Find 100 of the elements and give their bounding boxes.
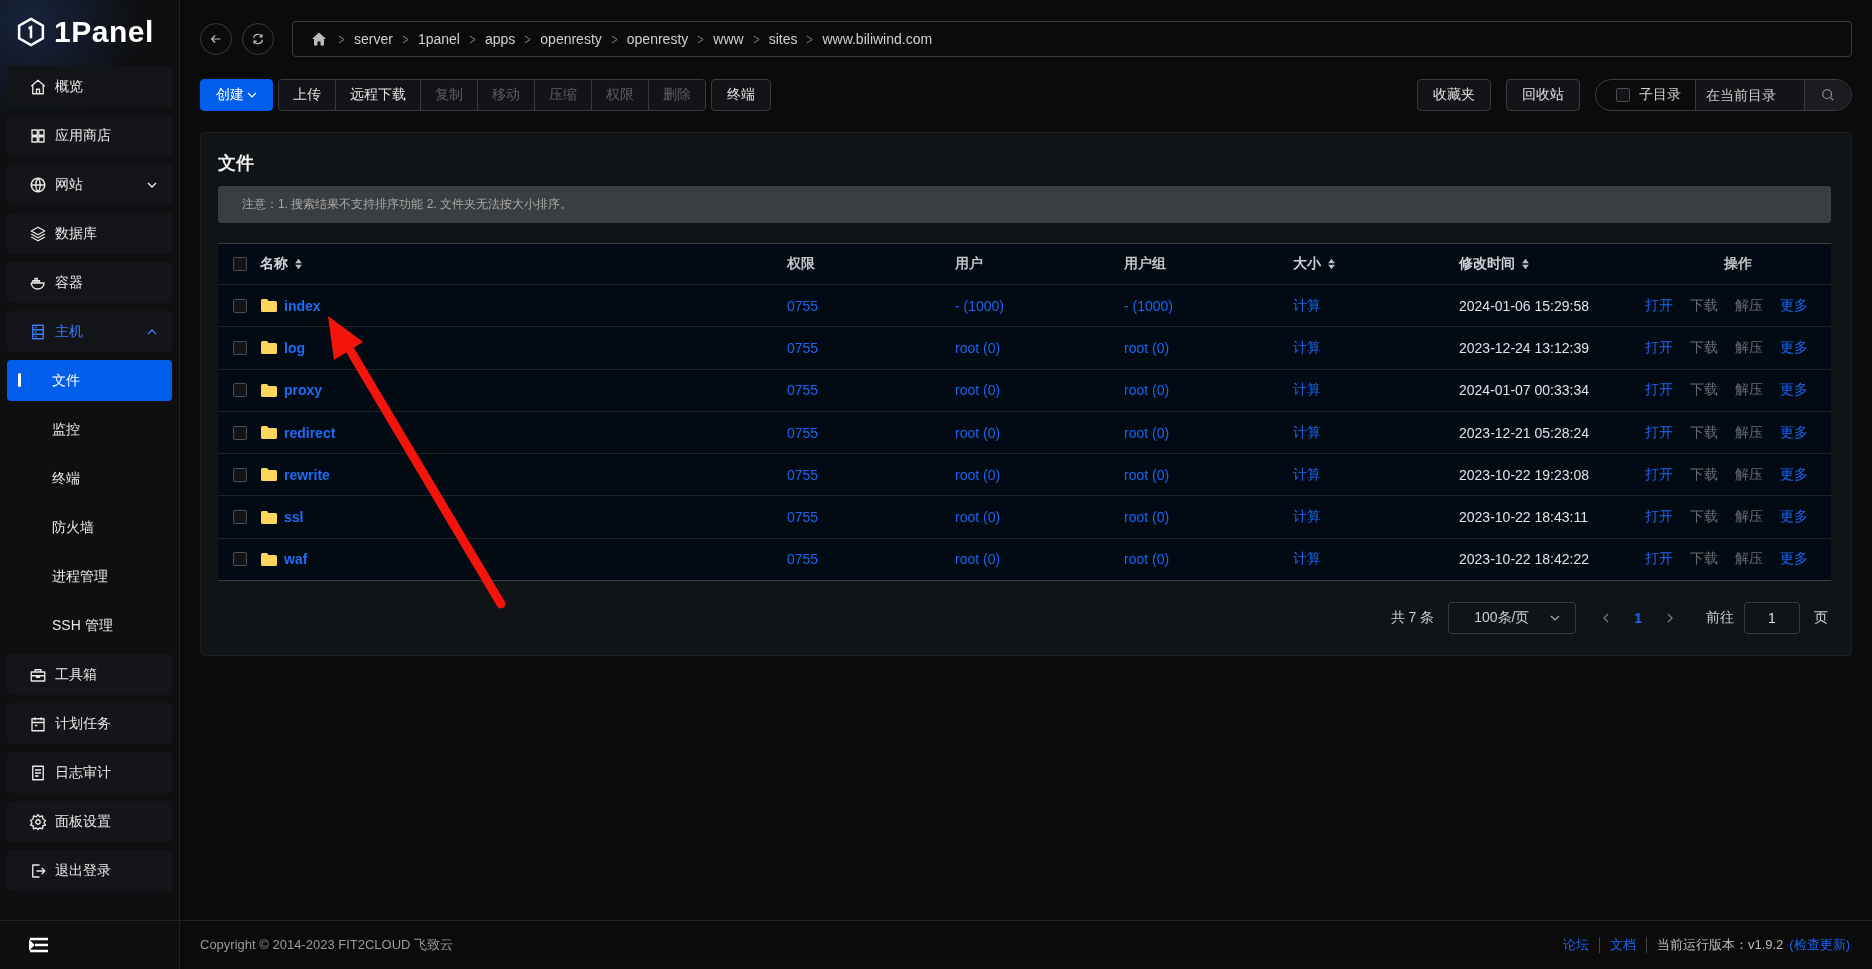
next-page-icon[interactable] [1666, 612, 1674, 625]
user-link[interactable]: root (0) [955, 551, 1001, 568]
calculate-link[interactable]: 计算 [1293, 296, 1321, 315]
sidebar-item[interactable]: 面板设置 [7, 801, 172, 842]
row-action-link[interactable]: 打开 [1645, 550, 1673, 569]
recycle-bin-button[interactable]: 回收站 [1506, 79, 1580, 111]
file-name-link[interactable]: proxy [284, 382, 323, 399]
checkbox[interactable] [233, 340, 247, 355]
checkbox[interactable] [233, 467, 247, 482]
row-action-link[interactable]: 打开 [1645, 465, 1673, 484]
breadcrumb-link[interactable]: www.biliwind.com [822, 31, 933, 47]
check-update-link[interactable]: (检查更新) [1789, 936, 1850, 954]
user-link[interactable]: root (0) [955, 339, 1001, 356]
file-name-link[interactable]: waf [284, 551, 308, 568]
previous-page-icon[interactable] [1602, 612, 1611, 625]
row-action-link[interactable]: 打开 [1645, 296, 1673, 315]
breadcrumb-link[interactable]: apps [484, 31, 516, 47]
permission-link[interactable]: 0755 [787, 509, 819, 526]
user-link[interactable]: root (0) [955, 382, 1001, 399]
sidebar-item[interactable]: 数据库 [7, 213, 172, 254]
sidebar-subitem[interactable]: SSH 管理 [7, 605, 172, 646]
column-header[interactable]: 权限 [787, 255, 815, 273]
sidebar-item[interactable]: 应用商店 [7, 115, 172, 156]
file-name-link[interactable]: ssl [284, 509, 304, 526]
sidebar-item[interactable]: 日志审计 [7, 752, 172, 793]
checkbox[interactable] [233, 552, 247, 567]
checkbox[interactable] [233, 383, 247, 398]
sidebar-item[interactable]: 主机 [7, 311, 172, 352]
breadcrumb-link[interactable]: www [713, 31, 744, 47]
permission-link[interactable]: 0755 [787, 339, 819, 356]
row-action-link[interactable]: 更多 [1780, 550, 1808, 569]
sort-icon[interactable] [294, 258, 303, 270]
file-name-link[interactable]: log [284, 339, 305, 356]
sidebar-item[interactable]: 计划任务 [7, 703, 172, 744]
calculate-link[interactable]: 计算 [1293, 338, 1321, 357]
sidebar-subitem[interactable]: 监控 [7, 409, 172, 450]
user-link[interactable]: root (0) [955, 424, 1001, 441]
sidebar-subitem[interactable]: 进程管理 [7, 556, 172, 597]
toolbar-button[interactable]: 远程下载 [336, 80, 421, 110]
file-name-link[interactable]: rewrite [284, 466, 330, 483]
row-action-link[interactable]: 更多 [1780, 381, 1808, 400]
column-header[interactable]: 用户组 [1124, 255, 1166, 273]
calculate-link[interactable]: 计算 [1293, 423, 1321, 442]
create-button[interactable]: 创建 [200, 79, 273, 111]
checkbox[interactable] [1616, 88, 1630, 102]
sort-icon[interactable] [1327, 258, 1336, 270]
sidebar-item[interactable]: 容器 [7, 262, 172, 303]
permission-link[interactable]: 0755 [787, 551, 819, 568]
sidebar-item[interactable]: 退出登录 [7, 850, 172, 891]
page-size-select[interactable]: 100条/页 [1448, 602, 1577, 635]
footer-link[interactable]: 文档 [1609, 936, 1636, 954]
permission-link[interactable]: 0755 [787, 466, 819, 483]
row-action-link[interactable]: 更多 [1780, 423, 1808, 442]
group-link[interactable]: root (0) [1124, 424, 1170, 441]
row-action-link[interactable]: 打开 [1645, 338, 1673, 357]
toolbar-button[interactable]: 上传 [279, 80, 336, 110]
row-action-link[interactable]: 更多 [1780, 338, 1808, 357]
calculate-link[interactable]: 计算 [1293, 381, 1321, 400]
group-link[interactable]: root (0) [1124, 339, 1170, 356]
column-header[interactable]: 用户 [955, 255, 983, 273]
row-action-link[interactable]: 更多 [1780, 296, 1808, 315]
row-action-link[interactable]: 更多 [1780, 465, 1808, 484]
permission-link[interactable]: 0755 [787, 424, 819, 441]
group-link[interactable]: root (0) [1124, 551, 1170, 568]
terminal-button[interactable]: 终端 [711, 79, 771, 111]
checkbox[interactable] [233, 298, 247, 313]
row-action-link[interactable]: 打开 [1645, 423, 1673, 442]
sort-icon[interactable] [1521, 258, 1530, 270]
group-link[interactable]: root (0) [1124, 382, 1170, 399]
permission-link[interactable]: 0755 [787, 297, 819, 314]
sidebar-subitem[interactable]: 防火墙 [7, 507, 172, 548]
favorites-button[interactable]: 收藏夹 [1417, 79, 1491, 111]
calculate-link[interactable]: 计算 [1293, 508, 1321, 527]
column-header[interactable]: 修改时间 [1459, 255, 1515, 273]
sidebar-item[interactable]: 网站 [7, 164, 172, 205]
sidebar-item[interactable]: 概览 [7, 66, 172, 107]
sidebar-subitem[interactable]: 终端 [7, 458, 172, 499]
user-link[interactable]: - (1000) [955, 297, 1005, 314]
file-name-link[interactable]: redirect [284, 424, 336, 441]
sidebar-item[interactable]: 工具箱 [7, 654, 172, 695]
column-header[interactable]: 名称 [260, 255, 288, 273]
search-field[interactable]: 在当前目录 [1696, 80, 1805, 110]
page-number[interactable]: 1 [1624, 610, 1652, 627]
breadcrumb-link[interactable]: openresty [540, 31, 602, 47]
breadcrumb-link[interactable]: 1panel [417, 31, 460, 47]
column-header[interactable]: 操作 [1723, 255, 1752, 273]
row-action-link[interactable]: 更多 [1780, 508, 1808, 527]
page-input[interactable]: 1 [1744, 602, 1800, 635]
search-button[interactable] [1805, 80, 1851, 110]
row-action-link[interactable]: 打开 [1645, 381, 1673, 400]
collapse-menu-icon[interactable] [29, 937, 49, 953]
breadcrumb-link[interactable]: sites [768, 31, 798, 47]
breadcrumb-link[interactable]: server [354, 31, 393, 47]
calculate-link[interactable]: 计算 [1293, 465, 1321, 484]
checkbox[interactable] [233, 510, 247, 525]
home-icon[interactable] [311, 31, 327, 47]
breadcrumb-link[interactable]: openresty [626, 31, 689, 47]
column-header[interactable]: 大小 [1293, 255, 1321, 273]
group-link[interactable]: root (0) [1124, 466, 1170, 483]
calculate-link[interactable]: 计算 [1293, 550, 1321, 569]
